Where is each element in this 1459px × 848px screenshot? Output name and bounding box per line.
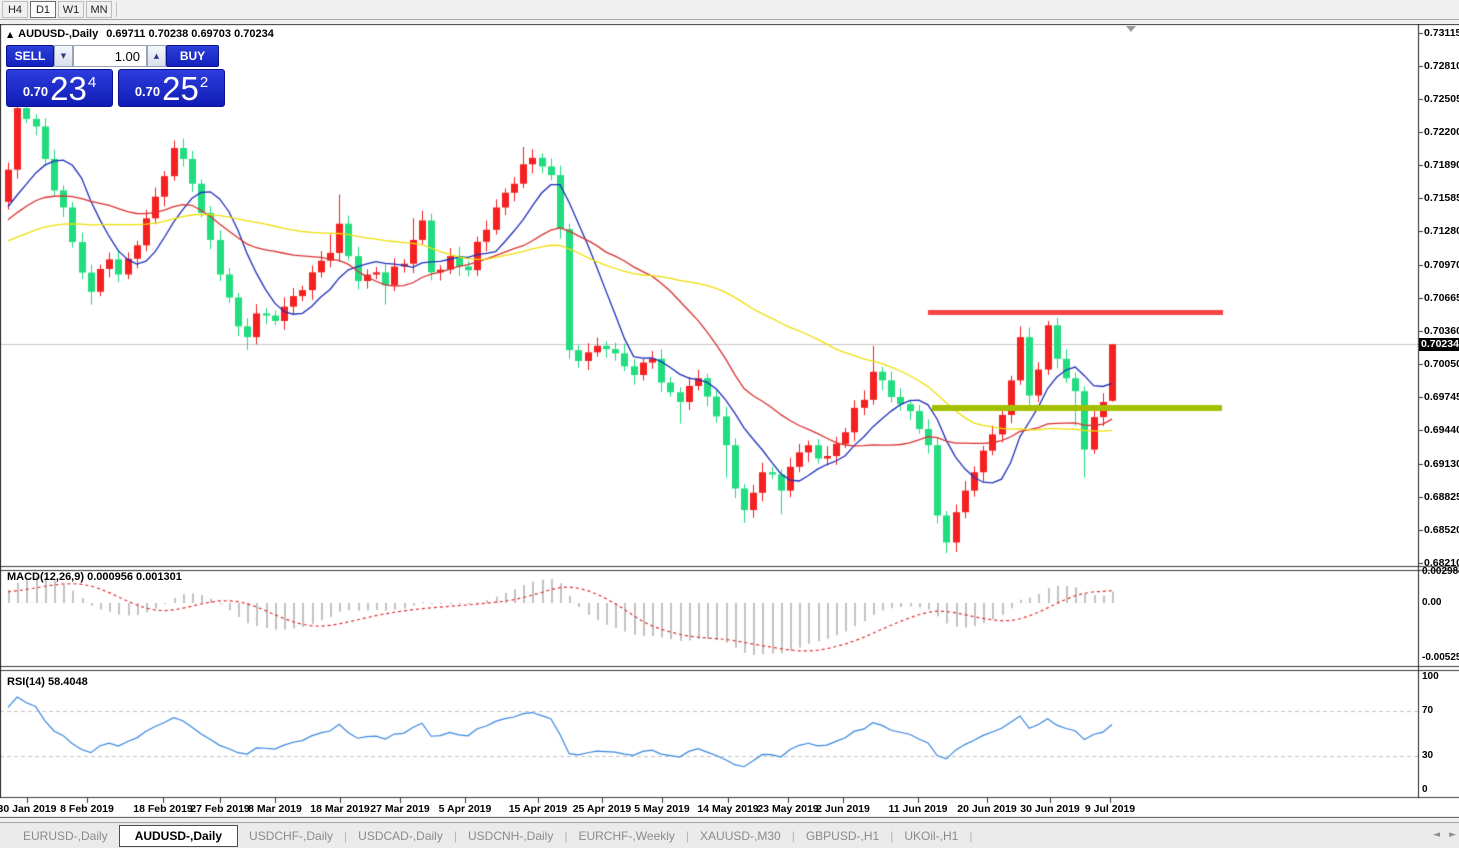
buy-price-sup: 2 xyxy=(199,74,209,91)
timeframe-button-h4[interactable]: H4 xyxy=(2,1,28,18)
tab-usdcnh[interactable]: USDCNH-,Daily xyxy=(457,826,564,846)
tab-separator: | xyxy=(969,828,973,843)
buy-button[interactable]: BUY xyxy=(166,45,219,67)
sell-price-sup: 4 xyxy=(87,74,97,91)
price-tick-label: 0.70970 xyxy=(1424,258,1459,271)
volume-increase-button[interactable]: ▲ xyxy=(147,45,166,67)
date-tick-label: 15 Apr 2019 xyxy=(508,803,568,815)
rsi-scale-label: 30 xyxy=(1422,750,1434,762)
timeframe-button-d1[interactable]: D1 xyxy=(30,1,56,18)
date-tick-label: 27 Feb 2019 xyxy=(190,803,250,815)
date-tick-label: 30 Jan 2019 xyxy=(0,803,57,815)
price-tick-label: 0.70050 xyxy=(1424,358,1459,371)
tab-eurusd[interactable]: EURUSD-,Daily xyxy=(12,826,119,846)
date-tick-label: 18 Mar 2019 xyxy=(310,803,370,815)
buy-price-panel[interactable]: 0.70 25 2 xyxy=(118,69,225,107)
one-click-trade-panel: SELL ▼ ▲ BUY 0.70 23 4 0.70 25 2 xyxy=(6,45,225,107)
date-tick-label: 8 Feb 2019 xyxy=(60,803,114,815)
tab-ukoil[interactable]: UKOil-,H1 xyxy=(893,826,969,846)
timeframe-button-w1[interactable]: W1 xyxy=(58,1,84,18)
chart-title: ▲ AUDUSD-,Daily 0.69711 0.70238 0.69703 … xyxy=(7,28,274,40)
date-tick-label: 2 Jun 2019 xyxy=(816,803,870,815)
timeframe-button-mn[interactable]: MN xyxy=(86,1,112,18)
rsi-indicator-label: RSI(14) 58.4048 xyxy=(7,676,88,688)
date-tick-label: 14 May 2019 xyxy=(697,803,759,815)
sell-price-panel[interactable]: 0.70 23 4 xyxy=(6,69,113,107)
tab-scroll-buttons: ◄ ► xyxy=(1433,830,1456,840)
price-tick-label: 0.68825 xyxy=(1424,490,1459,503)
price-tick-label: 0.68520 xyxy=(1424,523,1459,536)
macd-indicator-label: MACD(12,26,9) 0.000956 0.001301 xyxy=(7,571,182,583)
price-tick-label: 0.72200 xyxy=(1424,125,1459,138)
current-price-tag: 0.70234 xyxy=(1419,337,1459,351)
volume-decrease-button[interactable]: ▼ xyxy=(54,45,73,67)
price-tick-label: 0.72505 xyxy=(1424,92,1459,105)
buy-price-big: 25 xyxy=(162,70,199,107)
price-tick-label: 0.69745 xyxy=(1424,391,1459,404)
date-tick-label: 18 Feb 2019 xyxy=(133,803,193,815)
price-tick-label: 0.72810 xyxy=(1424,59,1459,72)
tab-gbpusd[interactable]: GBPUSD-,H1 xyxy=(795,826,890,846)
date-tick-label: 23 May 2019 xyxy=(757,803,819,815)
price-tick-label: 0.69130 xyxy=(1424,457,1459,470)
date-tick-label: 8 Mar 2019 xyxy=(248,803,302,815)
price-tick-label: 0.71890 xyxy=(1424,159,1459,172)
date-tick-label: 27 Mar 2019 xyxy=(370,803,430,815)
triangle-up-icon: ▲ xyxy=(7,29,14,39)
tab-usdcad[interactable]: USDCAD-,Daily xyxy=(347,826,454,846)
sell-button[interactable]: SELL xyxy=(6,45,54,67)
price-tick-label: 0.69440 xyxy=(1424,424,1459,437)
macd-scale-label: 0.00 xyxy=(1422,597,1442,608)
date-tick-label: 11 Jun 2019 xyxy=(888,803,948,815)
price-chart-canvas[interactable] xyxy=(0,24,1459,818)
timeframe-buttons: H4 D1 W1 MN xyxy=(0,1,112,18)
tab-xauusd[interactable]: XAUUSD-,M30 xyxy=(689,826,792,846)
buy-price-prefix: 0.70 xyxy=(134,84,161,99)
price-tick-label: 0.70665 xyxy=(1424,291,1459,304)
price-tick-label: 0.70360 xyxy=(1424,324,1459,337)
date-tick-label: 5 Apr 2019 xyxy=(438,803,492,815)
chevron-down-icon[interactable] xyxy=(1126,26,1136,32)
chart-ohlc-values: 0.69711 0.70238 0.69703 0.70234 xyxy=(106,28,274,40)
chart-window: ▲ AUDUSD-,Daily 0.69711 0.70238 0.69703 … xyxy=(0,24,1459,818)
rsi-scale-label: 0 xyxy=(1422,784,1428,795)
tab-usdchf[interactable]: USDCHF-,Daily xyxy=(238,826,344,846)
chart-symbol-label: AUDUSD-,Daily xyxy=(18,28,99,40)
chart-tab-bar: EURUSD-,Daily AUDUSD-,Daily USDCHF-,Daily |… xyxy=(0,822,1459,848)
date-tick-label: 9 Jul 2019 xyxy=(1084,803,1136,815)
date-tick-label: 20 Jun 2019 xyxy=(957,803,1017,815)
sell-price-big: 23 xyxy=(50,70,87,107)
date-tick-label: 5 May 2019 xyxy=(634,803,690,815)
tab-audusd[interactable]: AUDUSD-,Daily xyxy=(118,824,239,847)
price-tick-label: 0.73115 xyxy=(1424,27,1459,39)
price-tick-label: 0.71585 xyxy=(1424,192,1459,205)
rsi-scale-label: 70 xyxy=(1422,704,1434,716)
macd-scale-label: 0.002984 xyxy=(1422,565,1459,577)
tab-scroll-right-icon[interactable]: ► xyxy=(1449,830,1456,840)
timeframe-toolbar: H4 D1 W1 MN xyxy=(0,0,1459,20)
toolbar-divider xyxy=(116,2,117,17)
date-tick-label: 30 Jun 2019 xyxy=(1020,803,1080,815)
volume-input[interactable] xyxy=(73,45,147,67)
tab-eurchf[interactable]: EURCHF-,Weekly xyxy=(567,826,685,846)
date-tick-label: 25 Apr 2019 xyxy=(572,803,632,815)
sell-price-prefix: 0.70 xyxy=(22,84,49,99)
price-tick-label: 0.71280 xyxy=(1424,225,1459,238)
chart-tabs: EURUSD-,Daily AUDUSD-,Daily USDCHF-,Daily |… xyxy=(12,824,973,847)
macd-scale-label: -0.005250 xyxy=(1422,652,1459,664)
tab-scroll-left-icon[interactable]: ◄ xyxy=(1433,830,1440,840)
rsi-scale-label: 100 xyxy=(1422,671,1439,682)
